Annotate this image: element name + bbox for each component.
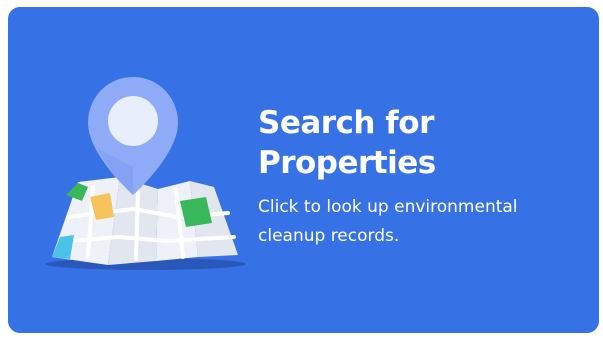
card-description-line-2: cleanup records.	[258, 226, 400, 246]
pin-center	[108, 96, 158, 146]
card-title: Search for Properties	[258, 103, 578, 183]
card-description: Click to look up environmental cleanup r…	[258, 193, 578, 251]
map-pin-icon	[46, 77, 246, 270]
card-title-line-1: Search for	[258, 105, 434, 141]
search-properties-card[interactable]: Search for Properties Click to look up e…	[8, 7, 599, 333]
card-text: Search for Properties Click to look up e…	[258, 103, 578, 251]
card-title-line-2: Properties	[258, 145, 436, 181]
card-description-line-1: Click to look up environmental	[258, 197, 518, 217]
